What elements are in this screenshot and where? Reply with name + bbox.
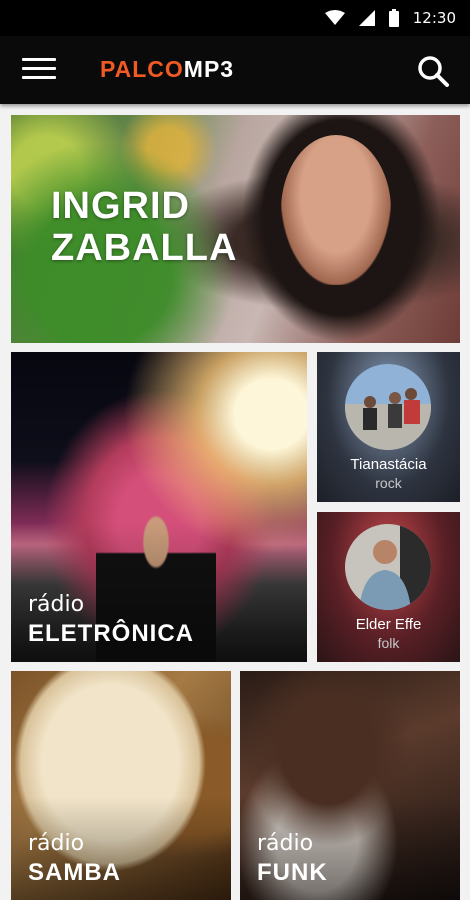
artist-photo — [345, 524, 431, 610]
hamburger-icon-line — [22, 67, 56, 70]
battery-icon — [388, 9, 399, 27]
logo-part-mp3: MP3 — [183, 56, 235, 82]
status-bar: 12:30 — [0, 0, 470, 36]
search-icon — [418, 56, 449, 87]
artist-genre: folk — [377, 635, 400, 651]
radio-label: rádio — [28, 831, 85, 856]
featured-artist-last-name: ZABALLA — [51, 227, 238, 269]
featured-artist-title: INGRID ZABALLA — [51, 185, 237, 269]
radio-label: rádio — [28, 592, 85, 617]
wifi-icon — [324, 10, 345, 25]
radio-samba-tile[interactable]: rádio SAMBA — [11, 671, 231, 900]
signal-icon — [358, 10, 375, 26]
radio-genre-name: ELETRÔNICA — [28, 620, 194, 647]
artist-card-elder-effe[interactable]: Elder Effe folk — [317, 512, 460, 662]
featured-artist-banner[interactable]: INGRID ZABALLA — [11, 115, 460, 343]
artist-card-tianastacia[interactable]: Tianastácia rock — [317, 352, 460, 502]
hamburger-icon-line — [22, 58, 56, 61]
hamburger-icon-line — [22, 76, 56, 79]
radio-genre-name: FUNK — [257, 859, 328, 886]
artist-genre: rock — [375, 475, 402, 491]
radio-funk-tile[interactable]: rádio FUNK — [240, 671, 460, 900]
artist-name: Elder Effe — [355, 616, 422, 633]
avatar — [345, 364, 431, 450]
artist-name: Tianastácia — [350, 456, 427, 473]
logo-part-palco: PALCO — [100, 56, 184, 82]
app-logo: PALCOMP3 — [100, 56, 234, 83]
menu-button[interactable] — [22, 58, 56, 84]
avatar — [345, 524, 431, 610]
radio-eletronica-tile[interactable]: rádio ELETRÔNICA — [11, 352, 307, 662]
search-button[interactable] — [416, 54, 450, 88]
band-photo — [345, 364, 431, 450]
status-icons: 12:30 — [324, 0, 456, 36]
featured-artist-first-name: INGRID — [51, 185, 190, 227]
status-time: 12:30 — [412, 9, 456, 27]
radio-label: rádio — [257, 831, 314, 856]
radio-genre-name: SAMBA — [28, 859, 121, 886]
artist-photo-face — [281, 135, 391, 285]
app-bar: PALCOMP3 — [0, 36, 470, 104]
